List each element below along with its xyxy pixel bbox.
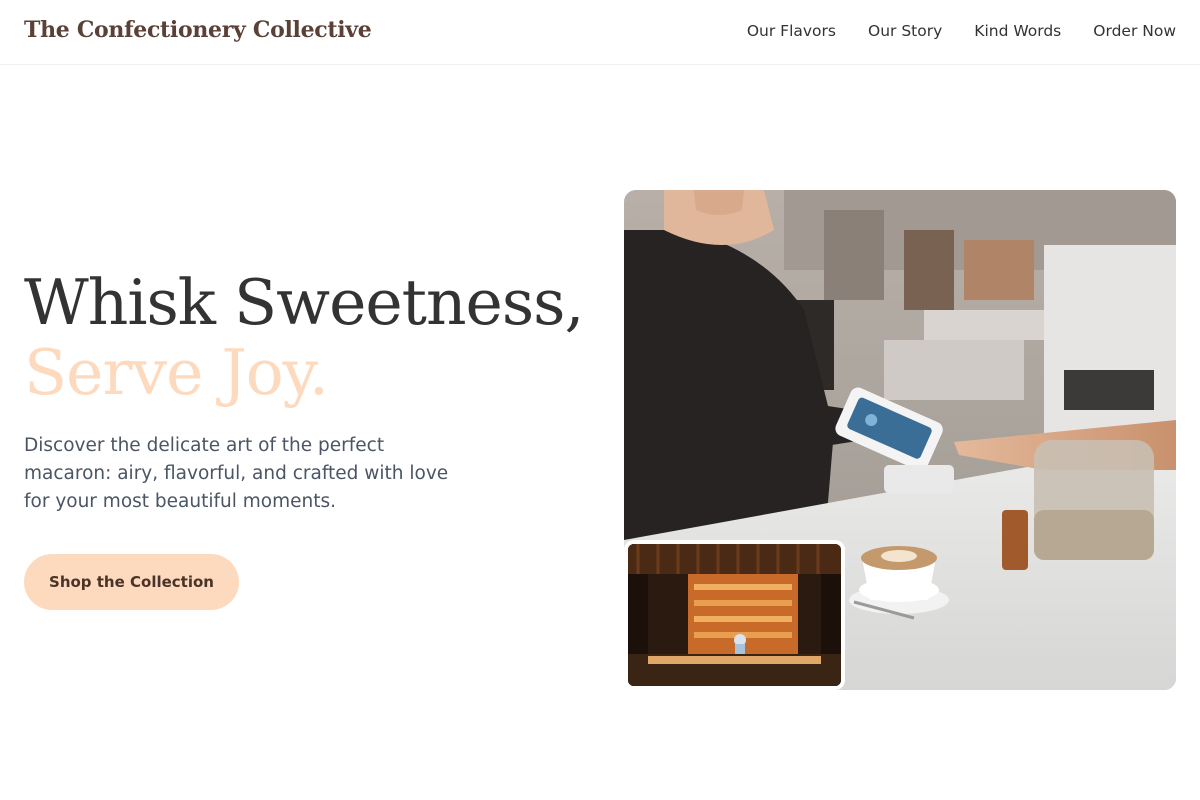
site-header: The Confectionery Collective Our Flavors… [0, 0, 1200, 65]
headline-line-1: Whisk Sweetness, [24, 266, 585, 339]
main-nav: Our Flavors Our Story Kind Words Order N… [747, 22, 1176, 40]
shop-collection-button[interactable]: Shop the Collection [24, 554, 239, 610]
hero-text: Whisk Sweetness, Serve Joy. Discover the… [24, 266, 585, 516]
hero-description: Discover the delicate art of the perfect… [24, 435, 449, 512]
bakery-display-illustration [628, 544, 841, 686]
nav-link-order-now[interactable]: Order Now [1093, 22, 1176, 40]
hero-headline: Whisk Sweetness, Serve Joy. [24, 266, 585, 409]
nav-link-our-flavors[interactable]: Our Flavors [747, 22, 836, 40]
nav-link-our-story[interactable]: Our Story [868, 22, 942, 40]
headline-line-2: Serve Joy. [24, 336, 329, 409]
brand-logo[interactable]: The Confectionery Collective [24, 17, 372, 43]
inset-photo [624, 540, 845, 690]
nav-link-kind-words[interactable]: Kind Words [974, 22, 1061, 40]
